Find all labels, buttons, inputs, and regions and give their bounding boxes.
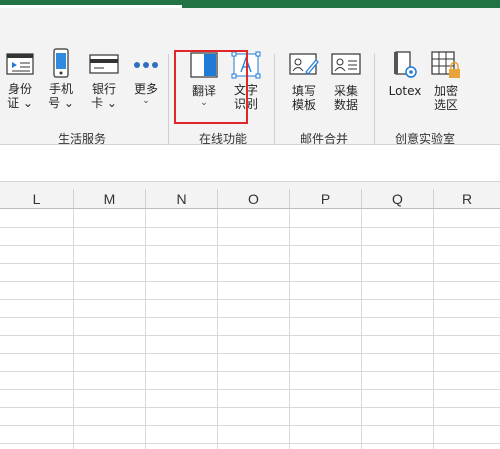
collect-data-icon <box>331 53 361 75</box>
phone-button[interactable]: 手机 号 ⌄ <box>46 48 76 110</box>
encrypt-area-label: 加密 选区 <box>433 84 458 112</box>
row-gridline <box>0 263 500 264</box>
row-gridline <box>0 299 500 300</box>
group-separator <box>374 54 375 144</box>
column-header-n[interactable]: N <box>146 189 218 209</box>
row-gridline <box>0 245 500 246</box>
spreadsheet-grid[interactable]: L M N O P Q R <box>0 189 500 449</box>
id-card-label: 身份 证 ⌄ <box>7 82 33 110</box>
encrypt-lock-icon <box>431 51 460 78</box>
column-header-l[interactable]: L <box>0 189 74 209</box>
fill-template-button[interactable]: 填写 模板 <box>286 52 322 112</box>
translate-highlight-box <box>174 50 248 124</box>
column-header-o[interactable]: O <box>218 189 290 209</box>
bank-card-label: 银行 卡 ⌄ <box>91 82 117 110</box>
bank-card-icon <box>89 54 119 74</box>
row-gridline <box>0 227 500 228</box>
collect-data-label: 采集 数据 <box>333 84 358 112</box>
group-separator <box>168 54 169 144</box>
more-dots-icon <box>134 62 158 68</box>
formula-bar-area[interactable] <box>0 145 500 181</box>
row-gridline <box>0 407 500 408</box>
group-separator <box>274 54 275 144</box>
title-bar <box>0 0 500 8</box>
ribbon: 身份 证 ⌄ 手机 号 ⌄ 银行 卡 ⌄ 更多 ⌄ 翻译 ⌄ 文字 识别 填写 … <box>0 8 500 146</box>
column-header-p[interactable]: P <box>290 189 362 209</box>
bank-card-button[interactable]: 银行 卡 ⌄ <box>86 52 122 110</box>
row-gridline <box>0 443 500 444</box>
column-header-r[interactable]: R <box>434 189 500 209</box>
lotex-button[interactable]: Lotex <box>386 50 424 98</box>
encrypt-area-button[interactable]: 加密 选区 <box>428 50 464 112</box>
fill-template-label: 填写 模板 <box>291 84 316 112</box>
phone-label: 手机 号 ⌄ <box>48 82 74 110</box>
more-button[interactable]: 更多 ⌄ <box>130 56 162 106</box>
row-gridline <box>0 335 500 336</box>
lotex-gear-icon <box>394 51 417 78</box>
column-header-q[interactable]: Q <box>362 189 434 209</box>
row-gridline <box>0 317 500 318</box>
phone-icon <box>53 48 69 78</box>
column-header-m[interactable]: M <box>74 189 146 209</box>
fill-template-icon <box>289 53 319 75</box>
id-card-button[interactable]: 身份 证 ⌄ <box>2 52 38 110</box>
row-gridline <box>0 281 500 282</box>
more-label: 更多 <box>133 82 158 96</box>
row-gridline <box>0 425 500 426</box>
row-gridline <box>0 353 500 354</box>
row-gridline <box>0 389 500 390</box>
lotex-label: Lotex <box>388 84 422 98</box>
row-gridline <box>0 371 500 372</box>
id-card-icon <box>6 53 34 75</box>
more-chevron-down-icon: ⌄ <box>142 96 150 106</box>
collect-data-button[interactable]: 采集 数据 <box>328 52 364 112</box>
